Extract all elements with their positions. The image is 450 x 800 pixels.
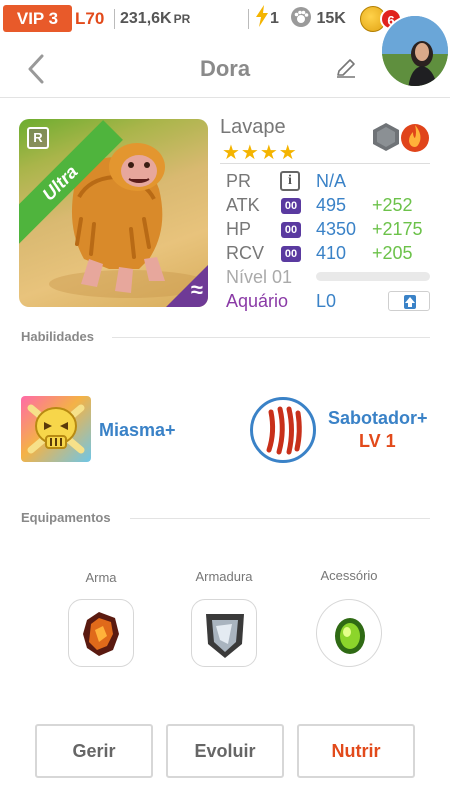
stat-label-rcv: RCV bbox=[226, 243, 265, 263]
stat-bonus-hp: +2175 bbox=[372, 219, 423, 239]
paw-value: 15K bbox=[316, 10, 346, 27]
stat-row-level: Nível 01 bbox=[226, 267, 316, 289]
evolve-button[interactable]: Evoluir bbox=[166, 724, 284, 778]
name-divider bbox=[220, 163, 430, 164]
sabotador-skill-icon[interactable] bbox=[250, 397, 316, 463]
abilities-section-title: Habilidades bbox=[21, 329, 94, 344]
skill-name-miasma[interactable]: Miasma+ bbox=[99, 420, 176, 441]
miasma-skill-icon[interactable] bbox=[21, 396, 91, 462]
skill-name-sabotador[interactable]: Sabotador+ bbox=[328, 408, 428, 429]
level-progress-bar bbox=[316, 272, 430, 281]
green-gem-icon bbox=[335, 618, 365, 654]
skill-level-sabotador: LV 1 bbox=[359, 431, 396, 451]
rarity-badge: R bbox=[27, 127, 49, 149]
weapon-slot[interactable] bbox=[68, 599, 134, 667]
stat-label-hp: HP bbox=[226, 219, 252, 239]
feed-button[interactable]: Nutrir bbox=[297, 724, 415, 778]
paw-icon bbox=[291, 7, 311, 27]
energy-value: 1 bbox=[270, 10, 279, 27]
manage-button[interactable]: Gerir bbox=[35, 724, 153, 778]
equip-label-weapon: Arma bbox=[85, 570, 117, 585]
crystal-armor-icon bbox=[206, 614, 244, 658]
level-label: Nível 01 bbox=[226, 267, 293, 287]
energy-counter[interactable]: 1 bbox=[254, 5, 279, 32]
stat-value-hp: 4350 bbox=[316, 219, 357, 239]
armor-slot[interactable] bbox=[191, 599, 257, 667]
player-level: L70 bbox=[75, 9, 105, 28]
aquario-value: L0 bbox=[316, 291, 337, 311]
aquario-label: Aquário bbox=[226, 291, 289, 311]
stat-row-pr: PR i N/A bbox=[226, 171, 436, 193]
section-divider bbox=[112, 337, 430, 338]
power-rating: 231,6K PR bbox=[120, 5, 190, 32]
status-bar: VIP 3 L70 231,6K PR 1 15K 6 bbox=[0, 0, 450, 38]
stat-value-pr: N/A bbox=[316, 171, 347, 191]
status-divider bbox=[248, 9, 249, 29]
stat-bonus-atk: +252 bbox=[372, 195, 413, 215]
fire-trait-icon[interactable] bbox=[400, 119, 430, 153]
stat-chip-atk: 00 bbox=[281, 198, 301, 214]
edit-pencil-icon[interactable] bbox=[335, 57, 357, 79]
stat-chip-hp: 00 bbox=[281, 222, 301, 238]
status-divider bbox=[114, 9, 115, 29]
stat-row-rcv: RCV 00 410 +205 bbox=[226, 243, 436, 265]
user-avatar[interactable] bbox=[380, 14, 450, 88]
stat-bonus-rcv: +205 bbox=[372, 243, 413, 263]
rock-trait-icon[interactable] bbox=[370, 121, 402, 153]
stat-chip-rcv: 00 bbox=[281, 246, 301, 262]
upload-arrow-icon bbox=[404, 295, 416, 309]
stat-value-rcv: 410 bbox=[316, 243, 347, 263]
accessory-slot[interactable] bbox=[316, 599, 382, 667]
paw-counter[interactable]: 15K bbox=[290, 5, 346, 32]
power-unit: PR bbox=[173, 12, 191, 26]
equip-label-accessory: Acessório bbox=[320, 568, 378, 583]
pet-detail-screen: VIP 3 L70 231,6K PR 1 15K 6 Dora R Ultra… bbox=[0, 0, 450, 800]
info-icon[interactable]: i bbox=[280, 171, 300, 191]
stat-label-pr: PR bbox=[226, 171, 252, 191]
claw-scratch-icon bbox=[266, 406, 302, 455]
lava-weapon-icon bbox=[83, 612, 119, 656]
lightning-icon bbox=[256, 5, 268, 27]
vip-badge[interactable]: VIP 3 bbox=[3, 5, 72, 32]
water-element-icon: ≈ bbox=[190, 277, 203, 302]
skull-icon bbox=[27, 404, 85, 454]
stat-label-atk: ATK bbox=[226, 195, 260, 215]
pet-name: Lavape bbox=[220, 116, 286, 138]
stat-row-atk: ATK 00 495 +252 bbox=[226, 195, 436, 217]
pet-portrait[interactable]: R Ultra ≈ bbox=[19, 119, 208, 307]
stat-row-hp: HP 00 4350 +2175 bbox=[226, 219, 436, 241]
stat-value-atk: 495 bbox=[316, 195, 347, 215]
power-value: 231,6K bbox=[120, 10, 172, 27]
equipment-section-title: Equipamentos bbox=[21, 510, 111, 525]
stat-row-aquario: Aquário L0 bbox=[226, 291, 386, 313]
aquario-upgrade-button[interactable] bbox=[388, 291, 430, 311]
star-rating: ★★★★ bbox=[222, 142, 298, 164]
section-divider bbox=[130, 518, 430, 519]
equip-label-armor: Armadura bbox=[195, 569, 253, 584]
